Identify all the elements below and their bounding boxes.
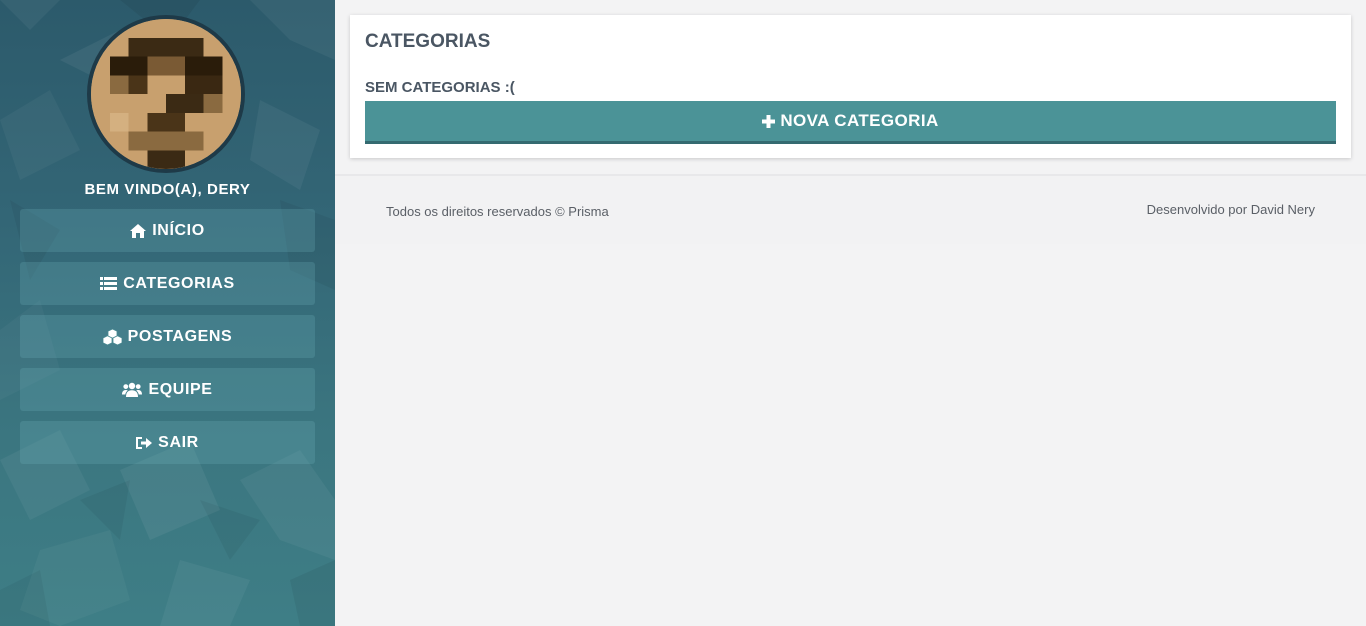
sidebar-item-label: INÍCIO: [152, 221, 205, 239]
copyright-text: Todos os direitos reservados © Prisma: [386, 204, 609, 219]
sign-out-icon: [136, 436, 153, 450]
plus-icon: [762, 114, 776, 128]
sidebar-item-label: POSTAGENS: [127, 327, 233, 345]
home-icon: [130, 223, 147, 238]
sidebar-item-categorias[interactable]: CATEGORIAS: [20, 262, 315, 305]
page-title: CATEGORIAS: [365, 31, 491, 52]
categories-card: CATEGORIAS SEM CATEGORIAS :( NOVA CATEGO…: [350, 15, 1351, 158]
avatar-pixelated-image: [91, 19, 241, 169]
new-category-button[interactable]: NOVA CATEGORIA: [365, 101, 1336, 144]
developer-credit: Desenvolvido por David Nery: [1146, 202, 1315, 217]
sidebar-item-postagens[interactable]: POSTAGENS: [20, 315, 315, 358]
sidebar-item-equipe[interactable]: EQUIPE: [20, 368, 315, 411]
sidebar-item-label: SAIR: [158, 433, 199, 451]
cubes-icon: [102, 328, 122, 345]
sidebar-item-label: EQUIPE: [148, 380, 213, 398]
list-icon: [100, 276, 118, 291]
users-icon: [122, 382, 143, 397]
new-category-label: NOVA CATEGORIA: [780, 111, 939, 130]
user-avatar[interactable]: [87, 15, 245, 173]
footer: Todos os direitos reservados © Prisma De…: [335, 174, 1366, 244]
sidebar-item-sair[interactable]: SAIR: [20, 421, 315, 464]
sidebar-item-inicio[interactable]: INÍCIO: [20, 209, 315, 252]
sidebar-item-label: CATEGORIAS: [123, 274, 235, 292]
sidebar: BEM VINDO(A), DERY INÍCIO CATEGORIAS POS…: [0, 0, 335, 626]
sidebar-nav: INÍCIO CATEGORIAS POSTAGENS EQUIPE SAIR: [20, 209, 315, 474]
empty-state-message: SEM CATEGORIAS :(: [365, 79, 515, 96]
welcome-message: BEM VINDO(A), DERY: [84, 181, 251, 198]
